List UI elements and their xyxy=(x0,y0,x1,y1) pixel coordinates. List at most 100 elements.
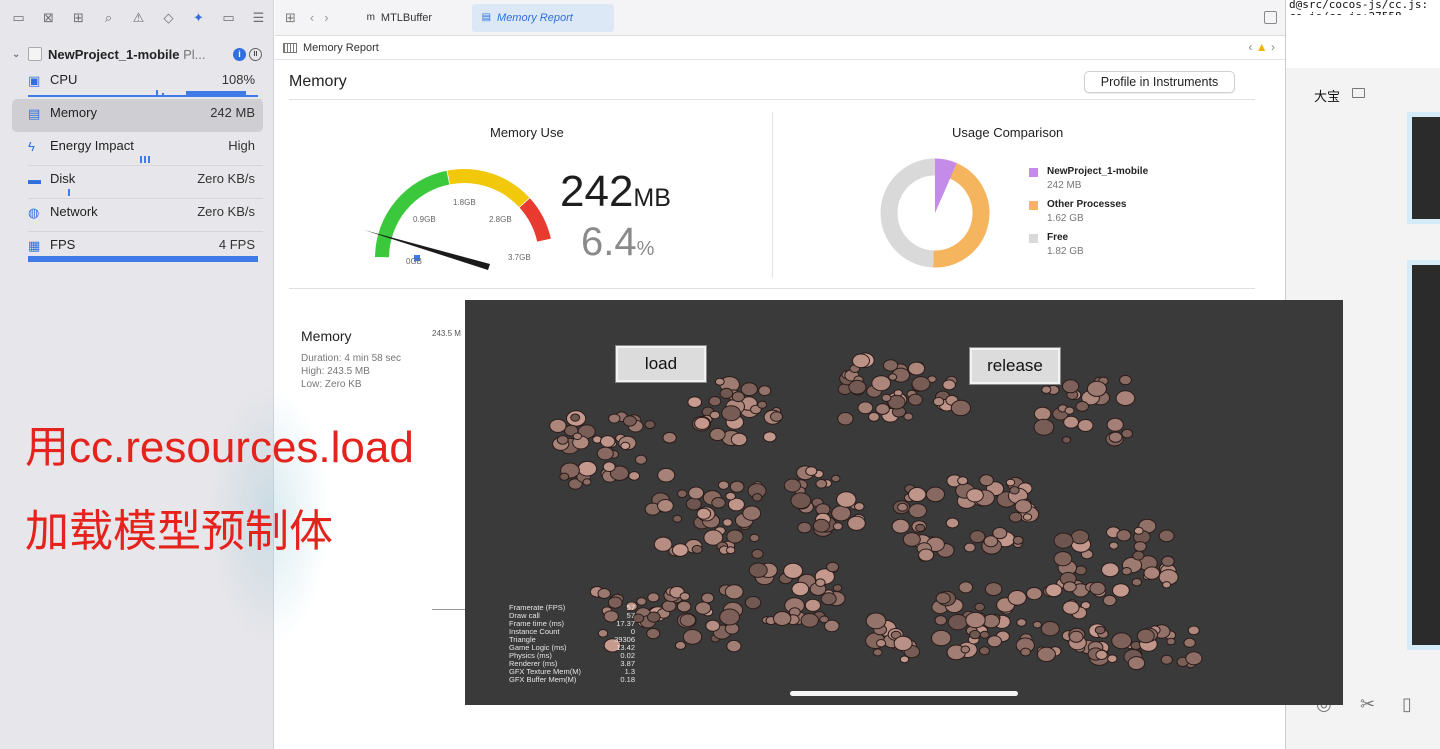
golem-model xyxy=(1033,418,1055,436)
golem-model xyxy=(763,431,777,443)
golem-model xyxy=(969,629,981,640)
golem-model xyxy=(549,418,567,433)
golem-model xyxy=(876,639,887,648)
gauge-cpu[interactable]: ▣ CPU 108% xyxy=(12,66,263,100)
golem-model xyxy=(749,533,760,543)
breakpoint-icon[interactable]: ▭ xyxy=(218,9,239,27)
debug-spray-icon[interactable]: ✦ xyxy=(188,9,209,27)
golem-model xyxy=(1045,583,1063,598)
grid-icon[interactable]: ⊞ xyxy=(285,10,296,26)
golem-model xyxy=(657,499,674,513)
golem-model xyxy=(1020,647,1031,657)
golem-model xyxy=(1005,478,1016,487)
golem-model xyxy=(1136,628,1155,644)
gauge-disk[interactable]: ▬ Disk Zero KB/s xyxy=(12,165,263,199)
legend-label: Free xyxy=(1047,232,1069,243)
gauge-energy[interactable]: ϟ Energy Impact High xyxy=(12,132,263,166)
golem-model xyxy=(711,497,726,509)
game-preview[interactable]: load release Framerate (FPS) 57 Draw call… xyxy=(465,300,1343,705)
golem-model xyxy=(679,613,697,627)
scissors-icon[interactable]: ✂ xyxy=(1360,694,1375,715)
process-row[interactable]: ⌄ NewProject_1-mobile Pl... i II xyxy=(12,44,262,64)
gauge-memory[interactable]: ▤ Memory 242 MB xyxy=(12,99,263,132)
golem-model xyxy=(1162,581,1172,589)
home-indicator[interactable] xyxy=(790,691,1018,696)
golem-model xyxy=(1183,637,1196,648)
golem-model xyxy=(1026,587,1043,601)
globe-icon: ◍ xyxy=(28,205,40,220)
memory-value: 242MB xyxy=(560,167,671,216)
golem-model xyxy=(687,396,702,408)
golem-model xyxy=(1102,594,1117,607)
chevron-down-icon[interactable]: ⌄ xyxy=(12,49,26,60)
memory-chip-icon: ▤ xyxy=(28,106,41,121)
issue-navigation[interactable]: ‹ ▲ › xyxy=(1248,40,1275,54)
golem-model xyxy=(979,474,994,487)
golem-model xyxy=(1094,625,1106,635)
source-control-icon[interactable]: ⊠ xyxy=(38,9,59,27)
release-button[interactable]: release xyxy=(970,348,1060,384)
gauge-fps[interactable]: ▦ FPS 4 FPS xyxy=(12,231,263,264)
warning-icon[interactable]: ⚠ xyxy=(128,9,149,27)
golem-model xyxy=(696,507,712,520)
golem-model xyxy=(1008,511,1023,523)
golem-model xyxy=(1116,529,1132,542)
stat-value: 0.18 xyxy=(620,675,635,684)
search-icon[interactable]: ⌕ xyxy=(98,9,119,27)
divider xyxy=(289,288,1255,289)
golem-model xyxy=(915,523,926,533)
device-rotate-icon[interactable]: ▯ xyxy=(1402,694,1412,715)
golem-model xyxy=(934,615,948,626)
golem-model xyxy=(559,472,570,481)
golem-model xyxy=(570,413,581,422)
usage-comparison-title: Usage Comparison xyxy=(952,125,1064,140)
split-editor-icon[interactable] xyxy=(1264,11,1277,24)
gauge-tick-label: 0GB xyxy=(406,257,423,266)
golem-model xyxy=(647,611,661,623)
golem-model xyxy=(987,635,1002,648)
gauge-sparkline xyxy=(28,90,258,97)
golem-model xyxy=(770,411,783,422)
jump-bar[interactable]: Memory Report ‹ ▲ › xyxy=(275,36,1285,60)
tab-memory-report[interactable]: ▤ Memory Report xyxy=(471,3,614,32)
golem-model xyxy=(744,596,762,610)
golem-model xyxy=(1166,637,1176,646)
golem-model xyxy=(582,478,592,486)
golem-model xyxy=(960,645,971,654)
golem-model xyxy=(812,518,830,533)
warning-icon[interactable]: ▲ xyxy=(1256,40,1268,54)
load-button[interactable]: load xyxy=(616,346,706,382)
golem-model xyxy=(726,529,744,544)
folder-icon[interactable]: ▭ xyxy=(8,9,29,27)
gauge-tick-label: 3.7GB xyxy=(508,253,531,262)
info-icon[interactable]: i xyxy=(233,47,246,61)
monitor-icon[interactable] xyxy=(1352,88,1365,98)
divider xyxy=(772,112,773,278)
test-diamond-icon[interactable]: ◇ xyxy=(158,9,179,27)
disk-icon: ▬ xyxy=(28,172,41,187)
golem-model xyxy=(1009,486,1020,495)
golem-model xyxy=(1095,649,1108,660)
hierarchy-icon[interactable]: ⊞ xyxy=(68,9,89,27)
golem-model xyxy=(685,497,702,511)
history-arrows-icon[interactable]: ‹› xyxy=(310,10,339,25)
golem-model xyxy=(871,375,892,392)
golem-model xyxy=(950,399,971,417)
stats-overlay: Framerate (FPS) 57 Draw call 57 Frame time… xyxy=(509,604,635,684)
report-icon[interactable]: ☰ xyxy=(248,9,269,27)
gauge-network[interactable]: ◍ Network Zero KB/s xyxy=(12,198,263,232)
profile-in-instruments-button[interactable]: Profile in Instruments xyxy=(1084,71,1235,93)
gauge-tick-label: 2.8GB xyxy=(489,215,512,224)
golem-model xyxy=(963,542,976,553)
golem-model xyxy=(1106,417,1124,432)
golem-model xyxy=(708,396,722,407)
golem-model xyxy=(826,561,840,573)
golem-model xyxy=(1014,499,1032,514)
pause-icon[interactable]: II xyxy=(249,47,262,61)
golem-model xyxy=(1063,415,1079,429)
gauge-label: CPU xyxy=(50,72,78,87)
gauge-value: High xyxy=(228,138,255,153)
golem-model xyxy=(676,600,692,613)
golem-model xyxy=(773,611,792,626)
tab-mtlbuffer[interactable]: m MTLBuffer xyxy=(357,4,472,32)
